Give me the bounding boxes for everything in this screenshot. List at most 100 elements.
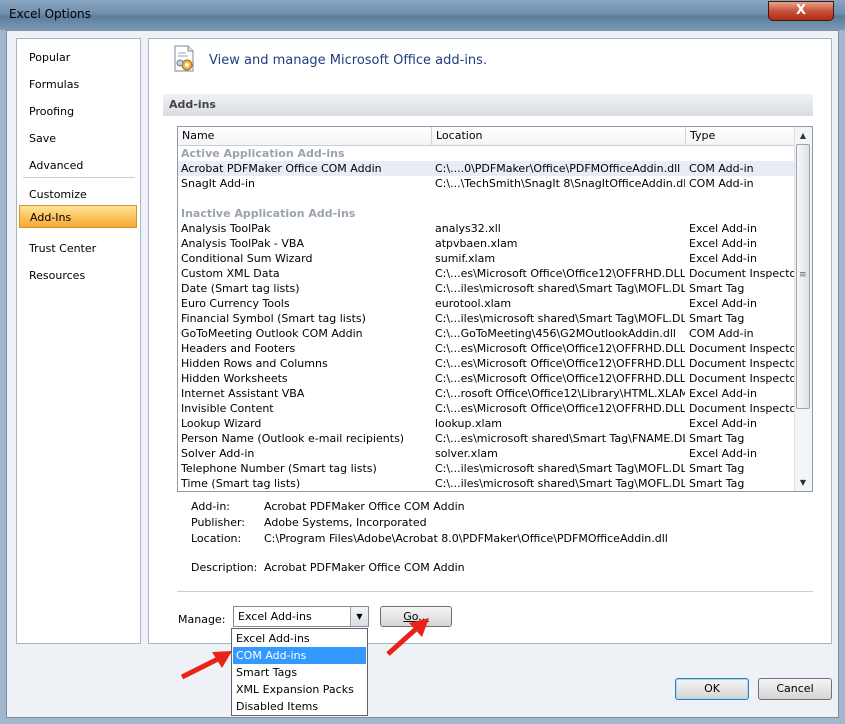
cell-location: sumif.xlam <box>435 252 496 265</box>
column-header-name[interactable]: Name <box>178 127 432 145</box>
ok-button[interactable]: OK <box>675 678 749 700</box>
table-row[interactable]: Financial Symbol (Smart tag lists) C:\...… <box>178 311 795 326</box>
addins-list[interactable]: Name Location Type Active Application Ad… <box>177 126 813 492</box>
cell-name: Date (Smart tag lists) <box>181 282 300 295</box>
nav-item-trust-center[interactable]: Trust Center <box>19 237 137 260</box>
table-row[interactable]: Date (Smart tag lists) C:\...iles\microso… <box>178 281 795 296</box>
nav-item-resources[interactable]: Resources <box>19 264 137 287</box>
manage-select-value: Excel Add-ins <box>238 610 312 623</box>
grip-icon: ≡ <box>799 270 807 280</box>
nav-item-advanced[interactable]: Advanced <box>19 154 137 177</box>
cell-name: Solver Add-in <box>181 447 255 460</box>
table-row[interactable]: GoToMeeting Outlook COM Addin C:\...GoToM… <box>178 326 795 341</box>
cell-name: Person Name (Outlook e-mail recipients) <box>181 432 405 445</box>
cell-type: Smart Tag <box>689 477 745 490</box>
dropdown-option-com-add-ins[interactable]: COM Add-ins <box>233 647 366 664</box>
cell-name: Lookup Wizard <box>181 417 262 430</box>
addins-panel: View and manage Microsoft Office add-ins… <box>148 38 832 644</box>
table-row[interactable]: Analysis ToolPak - VBA atpvbaen.xlam Excel… <box>178 236 795 251</box>
cell-location: C:\...es\microsoft shared\Smart Tag\FNAM… <box>435 432 685 445</box>
nav-item-add-ins[interactable]: Add-Ins <box>19 205 137 228</box>
cell-name: Analysis ToolPak <box>181 222 271 235</box>
nav-item-popular[interactable]: Popular <box>19 46 137 69</box>
table-row[interactable]: Telephone Number (Smart tag lists) C:\...… <box>178 461 795 476</box>
cell-type: Smart Tag <box>689 432 745 445</box>
cell-name: Internet Assistant VBA <box>181 387 305 400</box>
detail-label: Location: <box>191 532 242 545</box>
cell-location: C:\...iles\microsoft shared\Smart Tag\MO… <box>435 462 685 475</box>
cell-name: Analysis ToolPak - VBA <box>181 237 304 250</box>
cell-name: Headers and Footers <box>181 342 296 355</box>
cell-type: Smart Tag <box>689 282 745 295</box>
red-arrow-icon <box>180 651 232 680</box>
cell-location: lookup.xlam <box>435 417 503 430</box>
table-row[interactable]: Hidden Worksheets C:\...es\Microsoft Offi… <box>178 371 799 386</box>
cell-location: solver.xlam <box>435 447 498 460</box>
table-row[interactable]: SnagIt Add-in C:\...\TechSmith\SnagIt 8\S… <box>178 176 795 191</box>
window-title: Excel Options <box>9 7 91 21</box>
table-row[interactable]: Solver Add-in solver.xlam Excel Add-in <box>178 446 795 461</box>
cell-type: Smart Tag <box>689 462 745 475</box>
addin-gear-icon <box>174 45 194 72</box>
section-title: Add-ins <box>163 94 813 116</box>
cell-name: Invisible Content <box>181 402 274 415</box>
cell-location: analys32.xll <box>435 222 501 235</box>
options-nav: Popular Formulas Proofing Save Advanced … <box>16 38 141 644</box>
cell-location: C:\...\TechSmith\SnagIt 8\SnagItOfficeAd… <box>435 177 685 190</box>
cancel-button[interactable]: Cancel <box>758 678 832 700</box>
table-row[interactable]: Time (Smart tag lists) C:\...iles\microso… <box>178 476 795 491</box>
table-row[interactable]: Lookup Wizard lookup.xlam Excel Add-in <box>178 416 795 431</box>
nav-item-proofing[interactable]: Proofing <box>19 100 137 123</box>
table-row[interactable]: Custom XML Data C:\...es\Microsoft Office… <box>178 266 799 281</box>
manage-label: Manage: <box>178 613 226 626</box>
table-row[interactable]: Acrobat PDFMaker Office COM Addin C:\....… <box>178 161 795 176</box>
table-row[interactable]: Person Name (Outlook e-mail recipients) C… <box>178 431 795 446</box>
cell-name: Euro Currency Tools <box>181 297 290 310</box>
nav-item-formulas[interactable]: Formulas <box>19 73 137 96</box>
cell-type: Excel Add-in <box>689 297 757 310</box>
cell-name: Conditional Sum Wizard <box>181 252 313 265</box>
scroll-down-arrow-icon[interactable]: ▼ <box>795 474 811 491</box>
nav-item-save[interactable]: Save <box>19 127 137 150</box>
table-row[interactable]: Invisible Content C:\...es\Microsoft Offi… <box>178 401 799 416</box>
red-arrow-icon <box>386 618 429 656</box>
table-row[interactable]: Euro Currency Tools eurotool.xlam Excel Ad… <box>178 296 795 311</box>
panel-header: View and manage Microsoft Office add-ins… <box>149 39 831 89</box>
chevron-down-icon[interactable]: ▼ <box>350 607 368 626</box>
list-scrollbar[interactable]: ▲ ≡ ▼ <box>794 127 812 491</box>
table-row[interactable]: Hidden Rows and Columns C:\...es\Microsof… <box>178 356 799 371</box>
dropdown-option-xml-expansion-packs[interactable]: XML Expansion Packs <box>233 681 366 698</box>
manage-select[interactable]: Excel Add-ins ▼ <box>233 606 369 627</box>
column-header-type[interactable]: Type <box>686 127 795 145</box>
cell-name: SnagIt Add-in <box>181 177 256 190</box>
panel-heading: View and manage Microsoft Office add-ins… <box>209 53 488 68</box>
close-button[interactable]: X <box>768 1 834 21</box>
manage-divider <box>177 591 813 592</box>
scroll-up-arrow-icon[interactable]: ▲ <box>795 127 811 144</box>
group-label: Active Application Add-ins <box>181 147 345 160</box>
cell-name: Hidden Rows and Columns <box>181 357 328 370</box>
table-row[interactable]: Internet Assistant VBA C:\...rosoft Offic… <box>178 386 795 401</box>
dropdown-option-disabled-items[interactable]: Disabled Items <box>233 698 366 715</box>
nav-divider <box>23 177 135 178</box>
dropdown-option-smart-tags[interactable]: Smart Tags <box>233 664 366 681</box>
cell-name: Time (Smart tag lists) <box>181 477 301 490</box>
cell-type: Excel Add-in <box>689 237 757 250</box>
list-group-header: Inactive Application Add-ins <box>178 206 795 221</box>
dropdown-option-excel-add-ins[interactable]: Excel Add-ins <box>233 630 366 647</box>
cell-location: C:\...es\Microsoft Office\Office12\OFFRH… <box>435 402 685 415</box>
column-header-location[interactable]: Location <box>432 127 686 145</box>
table-row[interactable]: Headers and Footers C:\...es\Microsoft Of… <box>178 341 799 356</box>
scrollbar-thumb[interactable]: ≡ <box>796 144 810 409</box>
cell-location: C:\...es\Microsoft Office\Office12\OFFRH… <box>435 372 685 385</box>
table-row[interactable]: Analysis ToolPak analys32.xll Excel Add-in <box>178 221 795 236</box>
cell-type: COM Add-in <box>689 162 754 175</box>
table-row[interactable]: Conditional Sum Wizard sumif.xlam Excel Ad… <box>178 251 795 266</box>
manage-dropdown-list[interactable]: Excel Add-ins COM Add-ins Smart Tags XML… <box>231 628 368 716</box>
cell-type: Document Inspector <box>689 357 799 370</box>
list-group-header: Active Application Add-ins <box>178 146 795 161</box>
cell-type: COM Add-in <box>689 177 754 190</box>
cell-name: GoToMeeting Outlook COM Addin <box>181 327 363 340</box>
nav-item-customize[interactable]: Customize <box>19 183 137 206</box>
detail-value: Acrobat PDFMaker Office COM Addin <box>264 561 465 574</box>
